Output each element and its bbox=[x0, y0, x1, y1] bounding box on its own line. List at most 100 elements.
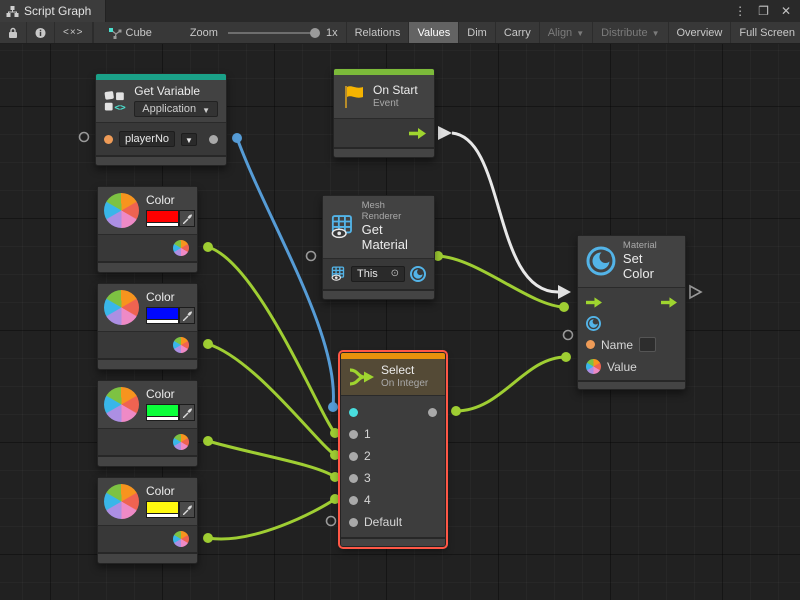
wire-color1-to-select1[interactable] bbox=[208, 247, 335, 433]
toolbar-divider bbox=[93, 22, 94, 43]
eyedropper-button[interactable] bbox=[179, 501, 195, 518]
lock-button[interactable] bbox=[0, 22, 27, 43]
wire-playerno-to-select[interactable] bbox=[237, 138, 333, 406]
chevron-down-icon: ▼ bbox=[652, 29, 660, 38]
color-output-port[interactable] bbox=[173, 434, 189, 450]
option-port-4[interactable] bbox=[349, 496, 358, 505]
color-swatch[interactable] bbox=[146, 404, 179, 421]
node-get-variable[interactable]: <> Get Variable Application ▼ playerNo ▼ bbox=[95, 73, 227, 166]
node-color-yellow[interactable]: Color bbox=[97, 477, 198, 564]
unconnected-port[interactable] bbox=[327, 517, 336, 526]
value-output-port[interactable] bbox=[209, 135, 218, 144]
relations-toggle[interactable]: Relations bbox=[346, 22, 410, 43]
align-dropdown[interactable]: Align ▼ bbox=[540, 22, 593, 43]
wire-endpoint[interactable] bbox=[330, 450, 340, 460]
fullscreen-button[interactable]: Full Screen bbox=[731, 22, 800, 43]
graph-canvas[interactable]: <> Get Variable Application ▼ playerNo ▼ bbox=[0, 44, 800, 600]
eyedropper-button[interactable] bbox=[179, 307, 195, 324]
maximize-icon[interactable]: ❐ bbox=[755, 4, 772, 18]
name-field[interactable] bbox=[639, 337, 656, 352]
wire-onstart-to-setcolor[interactable] bbox=[452, 133, 558, 292]
dim-toggle[interactable]: Dim bbox=[459, 22, 496, 43]
wire-endpoint[interactable] bbox=[451, 406, 461, 416]
node-footer bbox=[98, 455, 197, 466]
wire-endpoint[interactable] bbox=[203, 339, 213, 349]
wire-color3-to-select3[interactable] bbox=[208, 441, 335, 477]
color-wheel-icon bbox=[104, 290, 139, 325]
distribute-dropdown[interactable]: Distribute ▼ bbox=[593, 22, 668, 43]
wire-endpoint[interactable] bbox=[203, 436, 213, 446]
carry-toggle[interactable]: Carry bbox=[496, 22, 540, 43]
unconnected-port[interactable] bbox=[307, 252, 316, 261]
wire-endpoint[interactable] bbox=[330, 428, 340, 438]
unconnected-flow-port[interactable] bbox=[690, 286, 701, 298]
eyedropper-button[interactable] bbox=[179, 404, 195, 421]
flow-output-port[interactable] bbox=[409, 128, 426, 139]
color-output-port[interactable] bbox=[173, 337, 189, 353]
node-title: Get Variable bbox=[134, 85, 218, 99]
graph-target-button[interactable]: Cube bbox=[100, 22, 160, 43]
wire-color4-to-select4[interactable] bbox=[208, 499, 335, 539]
option-port-default[interactable] bbox=[349, 518, 358, 527]
color-swatch[interactable] bbox=[146, 210, 179, 227]
node-color-blue[interactable]: Color bbox=[97, 283, 198, 370]
renderer-input-port[interactable] bbox=[331, 266, 346, 281]
flow-input-port[interactable] bbox=[586, 297, 602, 308]
material-output-port[interactable] bbox=[410, 266, 426, 282]
wire-endpoint[interactable] bbox=[232, 133, 242, 143]
flow-wire-end-arrow[interactable] bbox=[558, 285, 571, 299]
material-input-port[interactable] bbox=[586, 316, 601, 331]
unconnected-port[interactable] bbox=[80, 133, 89, 142]
node-color-red[interactable]: Color bbox=[97, 186, 198, 273]
wire-getmaterial-to-setcolor[interactable] bbox=[438, 256, 564, 307]
window-menu-icon[interactable]: ⋮ bbox=[731, 4, 749, 18]
target-field[interactable]: This ⊙ bbox=[351, 266, 405, 282]
eyedropper-icon bbox=[182, 504, 193, 515]
node-subtitle: On Integer bbox=[381, 378, 428, 390]
node-get-material[interactable]: Mesh Renderer Get Material This ⊙ bbox=[322, 195, 435, 300]
flow-wire-start-arrow[interactable] bbox=[438, 126, 452, 140]
wire-endpoint[interactable] bbox=[328, 402, 338, 412]
node-on-start[interactable]: On Start Event bbox=[333, 68, 435, 158]
close-icon[interactable]: ✕ bbox=[778, 4, 794, 18]
variable-name-dropdown[interactable]: ▼ bbox=[181, 133, 197, 146]
values-toggle[interactable]: Values bbox=[409, 22, 459, 43]
wire-endpoint[interactable] bbox=[330, 472, 340, 482]
info-button[interactable] bbox=[27, 22, 55, 43]
chevron-down-icon: ▼ bbox=[202, 106, 210, 115]
chevron-down-icon: ▼ bbox=[185, 136, 193, 145]
variable-name-field[interactable]: playerNo bbox=[119, 131, 175, 147]
option-port-3[interactable] bbox=[349, 474, 358, 483]
wire-endpoint[interactable] bbox=[330, 494, 340, 504]
selector-input-port[interactable] bbox=[349, 408, 358, 417]
wire-endpoint[interactable] bbox=[203, 242, 213, 252]
color-swatch[interactable] bbox=[146, 307, 179, 324]
option-port-2[interactable] bbox=[349, 452, 358, 461]
wire-endpoint[interactable] bbox=[561, 352, 571, 362]
selection-output-port[interactable] bbox=[428, 408, 437, 417]
zoom-slider[interactable] bbox=[228, 32, 316, 34]
unconnected-port[interactable] bbox=[564, 331, 573, 340]
node-footer bbox=[341, 537, 445, 546]
overview-button[interactable]: Overview bbox=[669, 22, 732, 43]
wire-endpoint[interactable] bbox=[203, 533, 213, 543]
zoom-slider-handle[interactable] bbox=[310, 28, 320, 38]
name-input-port[interactable] bbox=[104, 135, 113, 144]
eyedropper-button[interactable] bbox=[179, 210, 195, 227]
tab-script-graph[interactable]: Script Graph bbox=[0, 0, 106, 22]
node-set-color[interactable]: Material Set Color bbox=[577, 235, 686, 390]
node-select[interactable]: Select On Integer 1 2 bbox=[340, 352, 446, 547]
variable-scope-dropdown[interactable]: Application ▼ bbox=[134, 101, 218, 118]
wire-endpoint[interactable] bbox=[559, 302, 569, 312]
wire-select-to-value[interactable] bbox=[456, 357, 566, 411]
option-port-1[interactable] bbox=[349, 430, 358, 439]
node-title: Select bbox=[381, 364, 428, 378]
color-output-port[interactable] bbox=[173, 531, 189, 547]
color-swatch[interactable] bbox=[146, 501, 179, 518]
name-input-port[interactable] bbox=[586, 340, 595, 349]
node-color-green[interactable]: Color bbox=[97, 380, 198, 467]
code-view-button[interactable]: <×> bbox=[55, 22, 93, 43]
value-input-port[interactable] bbox=[586, 359, 601, 374]
flow-output-port[interactable] bbox=[661, 297, 677, 308]
color-output-port[interactable] bbox=[173, 240, 189, 256]
